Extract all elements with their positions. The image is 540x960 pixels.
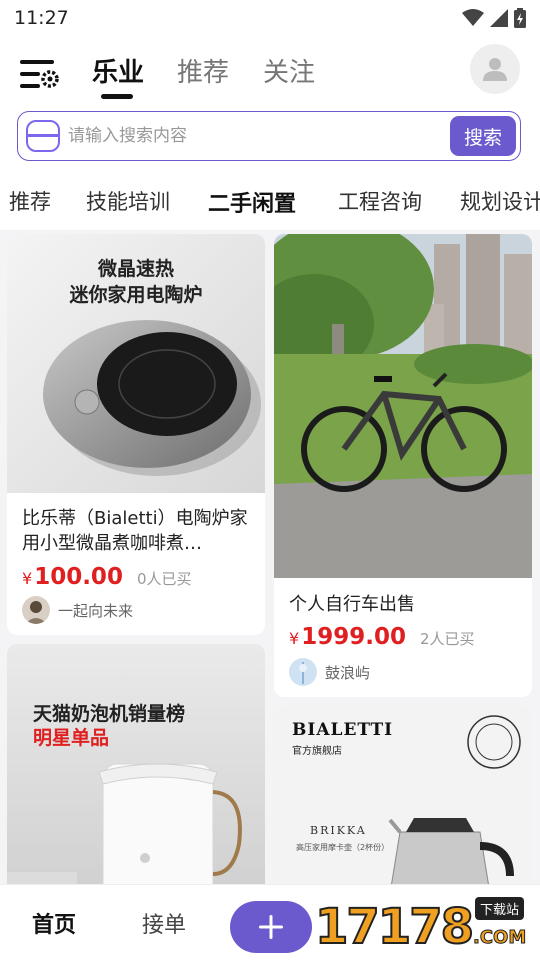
seller-name: 一起向未来 (58, 601, 134, 620)
category-second-hand[interactable]: 二手闲置 (208, 186, 296, 218)
brand-store-text: 官方旗舰店 (292, 746, 342, 757)
menu-settings-icon[interactable] (20, 58, 60, 92)
product-model-label: BRIKKA (310, 824, 367, 837)
tab-leye[interactable]: 乐业 (92, 52, 144, 89)
category-recommend[interactable]: 推荐 (9, 186, 51, 216)
product-price: 1999.00 (301, 624, 406, 650)
nav-home[interactable]: 首页 (32, 907, 76, 939)
image-caption-line: 迷你家用电陶炉 (69, 284, 203, 306)
product-card-frother[interactable]: 天猫奶泡机销量榜 明星单品 (7, 644, 265, 884)
product-feed: 微晶速热 迷你家用电陶炉 比乐蒂（Bialetti）电陶炉家用小型微晶煮咖啡煮…… (0, 230, 540, 884)
product-price: 100.00 (34, 564, 123, 590)
watermark-suffix: .COM (472, 927, 527, 949)
product-image-bicycle (274, 234, 532, 578)
image-caption-cooker: 微晶速热 迷你家用电陶炉 (7, 256, 265, 308)
category-skill-training[interactable]: 技能培训 (86, 186, 170, 216)
brand-logo: BIALETTI 官方旗舰店 (292, 720, 393, 757)
seller-name: 鼓浪屿 (325, 663, 371, 682)
status-icons (462, 8, 526, 28)
active-tab-indicator (101, 94, 133, 99)
plus-icon (259, 915, 283, 939)
image-caption-line: 明星单品 (33, 727, 110, 749)
image-caption-frother: 天猫奶泡机销量榜 明星单品 (33, 702, 185, 750)
category-engineering[interactable]: 工程咨询 (338, 186, 422, 216)
search-button[interactable]: 搜索 (450, 116, 516, 156)
signal-icon (490, 9, 508, 27)
seller-row[interactable]: 鼓浪屿 (289, 658, 370, 686)
status-time: 11:27 (14, 7, 69, 29)
search-box-icon (26, 120, 60, 152)
battery-icon (514, 8, 526, 28)
product-card-cooker[interactable]: 微晶速热 迷你家用电陶炉 比乐蒂（Bialetti）电陶炉家用小型微晶煮咖啡煮…… (7, 234, 265, 635)
tab-recommend[interactable]: 推荐 (177, 52, 229, 89)
price-row: ¥ 100.00 0人已买 (22, 564, 192, 590)
product-title: 个人自行车出售 (289, 594, 415, 615)
currency-symbol: ¥ (289, 629, 300, 648)
sold-count: 0人已买 (136, 570, 192, 588)
seller-avatar (289, 658, 317, 686)
price-row: ¥ 1999.00 2人已买 (289, 624, 475, 650)
watermark-number: 17178 (314, 898, 475, 956)
search-input[interactable] (68, 124, 438, 148)
watermark-logo: 17178 .COM 下载站 (314, 897, 540, 959)
category-bar: 推荐 技能培训 二手闲置 工程咨询 规划设计 (0, 170, 540, 230)
product-title: 比乐蒂（Bialetti）电陶炉家用小型微晶煮咖啡煮… (22, 508, 248, 554)
seller-avatar (22, 596, 50, 624)
product-card-moka[interactable]: BIALETTI 官方旗舰店 BRIKKA 高压家用摩卡壶（2杯份） (274, 706, 532, 884)
seller-row[interactable]: 一起向未来 (22, 596, 133, 624)
nav-orders[interactable]: 接单 (142, 907, 186, 939)
image-caption-line: 天猫奶泡机销量榜 (33, 703, 186, 725)
product-card-bicycle[interactable]: 个人自行车出售 ¥ 1999.00 2人已买 鼓浪屿 (274, 234, 532, 697)
search-area: 搜索 (0, 108, 540, 170)
bottom-nav: 首页 接单 17178 .COM 下载站 (0, 884, 540, 960)
product-model-desc: 高压家用摩卡壶（2杯份） (296, 843, 390, 852)
currency-symbol: ¥ (22, 569, 33, 588)
image-caption-line: 微晶速热 (97, 258, 174, 280)
category-planning[interactable]: 规划设计 (460, 186, 540, 216)
search-box: 搜索 (17, 111, 521, 161)
sold-count: 2人已买 (419, 630, 475, 648)
top-bar: 乐业 推荐 关注 (0, 36, 540, 108)
product-image-frother (7, 644, 265, 884)
brand-logo-text: BIALETTI (292, 720, 394, 740)
tab-follow[interactable]: 关注 (263, 52, 315, 89)
wifi-icon (462, 9, 484, 26)
publish-button[interactable] (230, 901, 312, 953)
status-bar: 11:27 (0, 0, 540, 36)
watermark-badge: 下载站 (475, 897, 525, 920)
avatar[interactable] (470, 44, 520, 94)
user-icon (483, 58, 507, 81)
